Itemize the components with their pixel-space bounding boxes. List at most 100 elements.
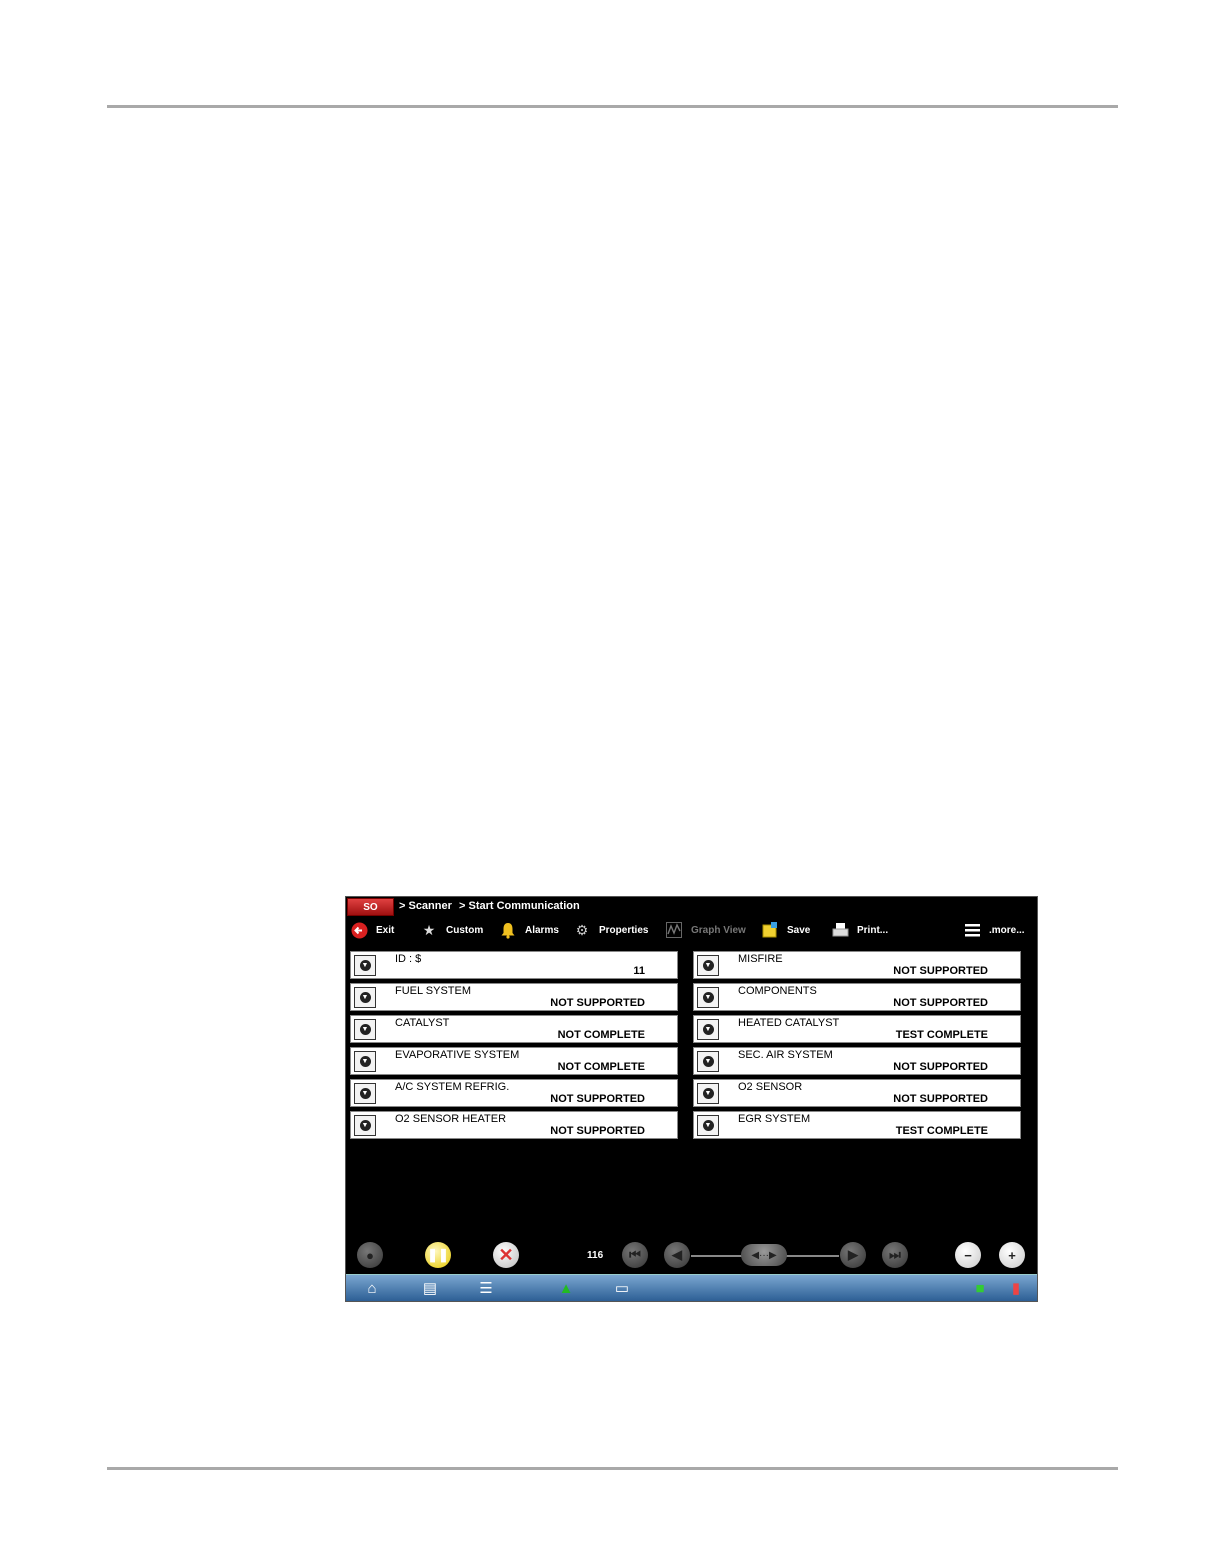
stop-button[interactable]: ✕ (493, 1242, 519, 1268)
home-button[interactable]: ⌂ (360, 1278, 384, 1298)
parameter-value: NOT SUPPORTED (550, 1125, 645, 1137)
expand-button[interactable]: ▼ (697, 1115, 719, 1136)
pause-icon: ❚❚ (427, 1247, 449, 1262)
print-button[interactable]: Print... (831, 918, 888, 942)
bell-icon (499, 921, 517, 939)
record-button[interactable]: ● (357, 1242, 383, 1268)
more-button[interactable]: .more... (963, 918, 1025, 942)
parameter-value: NOT SUPPORTED (893, 965, 988, 977)
more-label: .more... (989, 924, 1025, 936)
home-icon: ⌂ (367, 1279, 377, 1297)
parameter-name: EVAPORATIVE SYSTEM (395, 1049, 520, 1061)
expand-button[interactable]: ▼ (354, 1115, 376, 1136)
parameter-name: FUEL SYSTEM (395, 985, 471, 997)
parameter-name: COMPONENTS (738, 985, 817, 997)
parameter-name: CATALYST (395, 1017, 450, 1029)
parameter-value: NOT SUPPORTED (893, 997, 988, 1009)
expand-button[interactable]: ▼ (354, 1083, 376, 1104)
zoom-out-icon: − (964, 1247, 972, 1263)
last-frame-button[interactable]: ⏭ (882, 1242, 908, 1268)
print-label: Print... (857, 924, 889, 936)
parameter-value: NOT SUPPORTED (550, 997, 645, 1009)
battery-status[interactable]: ▮ (1004, 1278, 1028, 1298)
playback-controls: ● ❚❚ ✕ 116 ⏮ ◀ ◀···▶ ▶ ⏭ − + (346, 1240, 1037, 1270)
zoom-in-button[interactable]: + (999, 1242, 1025, 1268)
previous-frame-button[interactable]: ◀ (664, 1242, 690, 1268)
parameter-name: O2 SENSOR HEATER (395, 1113, 507, 1125)
parameter-value: NOT SUPPORTED (550, 1093, 645, 1105)
next-frame-button[interactable]: ▶ (840, 1242, 866, 1268)
readiness-row-egr-system[interactable]: ▼ EGR SYSTEM TEST COMPLETE (693, 1111, 1021, 1139)
data-list-button[interactable]: ☰ (474, 1278, 498, 1298)
graph-icon (665, 921, 683, 939)
parameter-name: MISFIRE (738, 953, 783, 965)
screen-icon: ▤ (422, 1280, 438, 1297)
exit-button[interactable]: Exit (350, 918, 394, 942)
expand-button[interactable]: ▼ (697, 987, 719, 1008)
vehicle-icon: ▲ (558, 1279, 574, 1297)
chevron-down-icon: ▼ (359, 1024, 371, 1035)
expand-button[interactable]: ▼ (697, 1019, 719, 1040)
readiness-row-catalyst[interactable]: ▼ CATALYST NOT COMPLETE (350, 1015, 678, 1043)
chevron-down-icon: ▼ (702, 960, 714, 971)
exit-icon (350, 921, 368, 939)
expand-button[interactable]: ▼ (354, 987, 376, 1008)
chevron-down-icon: ▼ (359, 992, 371, 1003)
parameter-value: NOT SUPPORTED (893, 1061, 988, 1073)
screen-button[interactable]: ▤ (418, 1278, 442, 1298)
printer-icon (831, 921, 849, 939)
playback-slider-handle[interactable]: ◀···▶ (741, 1244, 787, 1266)
first-frame-button[interactable]: ⏮ (622, 1242, 648, 1268)
custom-label: Custom (446, 924, 484, 936)
expand-button[interactable]: ▼ (697, 955, 719, 976)
readiness-row-components[interactable]: ▼ COMPONENTS NOT SUPPORTED (693, 983, 1021, 1011)
readiness-row-id[interactable]: ▼ ID : $ 11 (350, 951, 678, 979)
pause-button[interactable]: ❚❚ (425, 1242, 451, 1268)
properties-button[interactable]: ⚙ Properties (573, 918, 649, 942)
print-task-button[interactable]: ▭ (610, 1278, 634, 1298)
parameter-value: NOT COMPLETE (557, 1029, 645, 1041)
readiness-row-ac-system-refrig[interactable]: ▼ A/C SYSTEM REFRIG. NOT SUPPORTED (350, 1079, 678, 1107)
expand-button[interactable]: ▼ (354, 1051, 376, 1072)
chevron-down-icon: ▼ (702, 1024, 714, 1035)
expand-button[interactable]: ▼ (697, 1083, 719, 1104)
chevron-down-icon: ▼ (359, 1056, 371, 1067)
skip-to-start-icon: ⏮ (629, 1247, 641, 1262)
readiness-row-o2-sensor[interactable]: ▼ O2 SENSOR NOT SUPPORTED (693, 1079, 1021, 1107)
menu-icon (963, 921, 981, 939)
zoom-in-icon: + (1008, 1247, 1016, 1263)
exit-label: Exit (376, 924, 395, 936)
readiness-row-evaporative-system[interactable]: ▼ EVAPORATIVE SYSTEM NOT COMPLETE (350, 1047, 678, 1075)
parameter-value: TEST COMPLETE (895, 1125, 988, 1137)
parameter-name: A/C SYSTEM REFRIG. (395, 1081, 510, 1093)
readiness-row-heated-catalyst[interactable]: ▼ HEATED CATALYST TEST COMPLETE (693, 1015, 1021, 1043)
taskbar: ⌂ ▤ ☰ ▲ ▭ ■ ▮ (346, 1274, 1037, 1301)
breadcrumb-start-communication[interactable]: > Start Communication (459, 900, 580, 912)
graph-view-button[interactable]: Graph View (665, 918, 746, 942)
custom-button[interactable]: ★ Custom (420, 918, 484, 942)
app-logo: SO (347, 898, 394, 916)
list-icon: ☰ (479, 1280, 493, 1297)
breadcrumb-scanner[interactable]: > Scanner (399, 900, 452, 912)
zoom-out-button[interactable]: − (955, 1242, 981, 1268)
chevron-down-icon: ▼ (702, 992, 714, 1003)
battery-icon: ▮ (1011, 1280, 1021, 1297)
expand-button[interactable]: ▼ (697, 1051, 719, 1072)
chevron-down-icon: ▼ (702, 1120, 714, 1131)
alarms-button[interactable]: Alarms (499, 918, 559, 942)
title-bar: SO > Scanner > Start Communication (346, 897, 1037, 917)
readiness-row-o2-sensor-heater[interactable]: ▼ O2 SENSOR HEATER NOT SUPPORTED (350, 1111, 678, 1139)
expand-button[interactable]: ▼ (354, 955, 376, 976)
expand-button[interactable]: ▼ (354, 1019, 376, 1040)
readiness-row-fuel-system[interactable]: ▼ FUEL SYSTEM NOT SUPPORTED (350, 983, 678, 1011)
step-back-icon: ◀ (672, 1247, 682, 1262)
parameter-name: HEATED CATALYST (738, 1017, 840, 1029)
parameter-value: NOT SUPPORTED (893, 1093, 988, 1105)
readiness-row-misfire[interactable]: ▼ MISFIRE NOT SUPPORTED (693, 951, 1021, 979)
close-icon: ✕ (498, 1244, 514, 1265)
readiness-row-sec-air-system[interactable]: ▼ SEC. AIR SYSTEM NOT SUPPORTED (693, 1047, 1021, 1075)
save-button[interactable]: Save (761, 918, 810, 942)
parameter-value: NOT COMPLETE (557, 1061, 645, 1073)
vehicle-button[interactable]: ▲ (554, 1278, 578, 1298)
connection-status[interactable]: ■ (968, 1278, 992, 1298)
